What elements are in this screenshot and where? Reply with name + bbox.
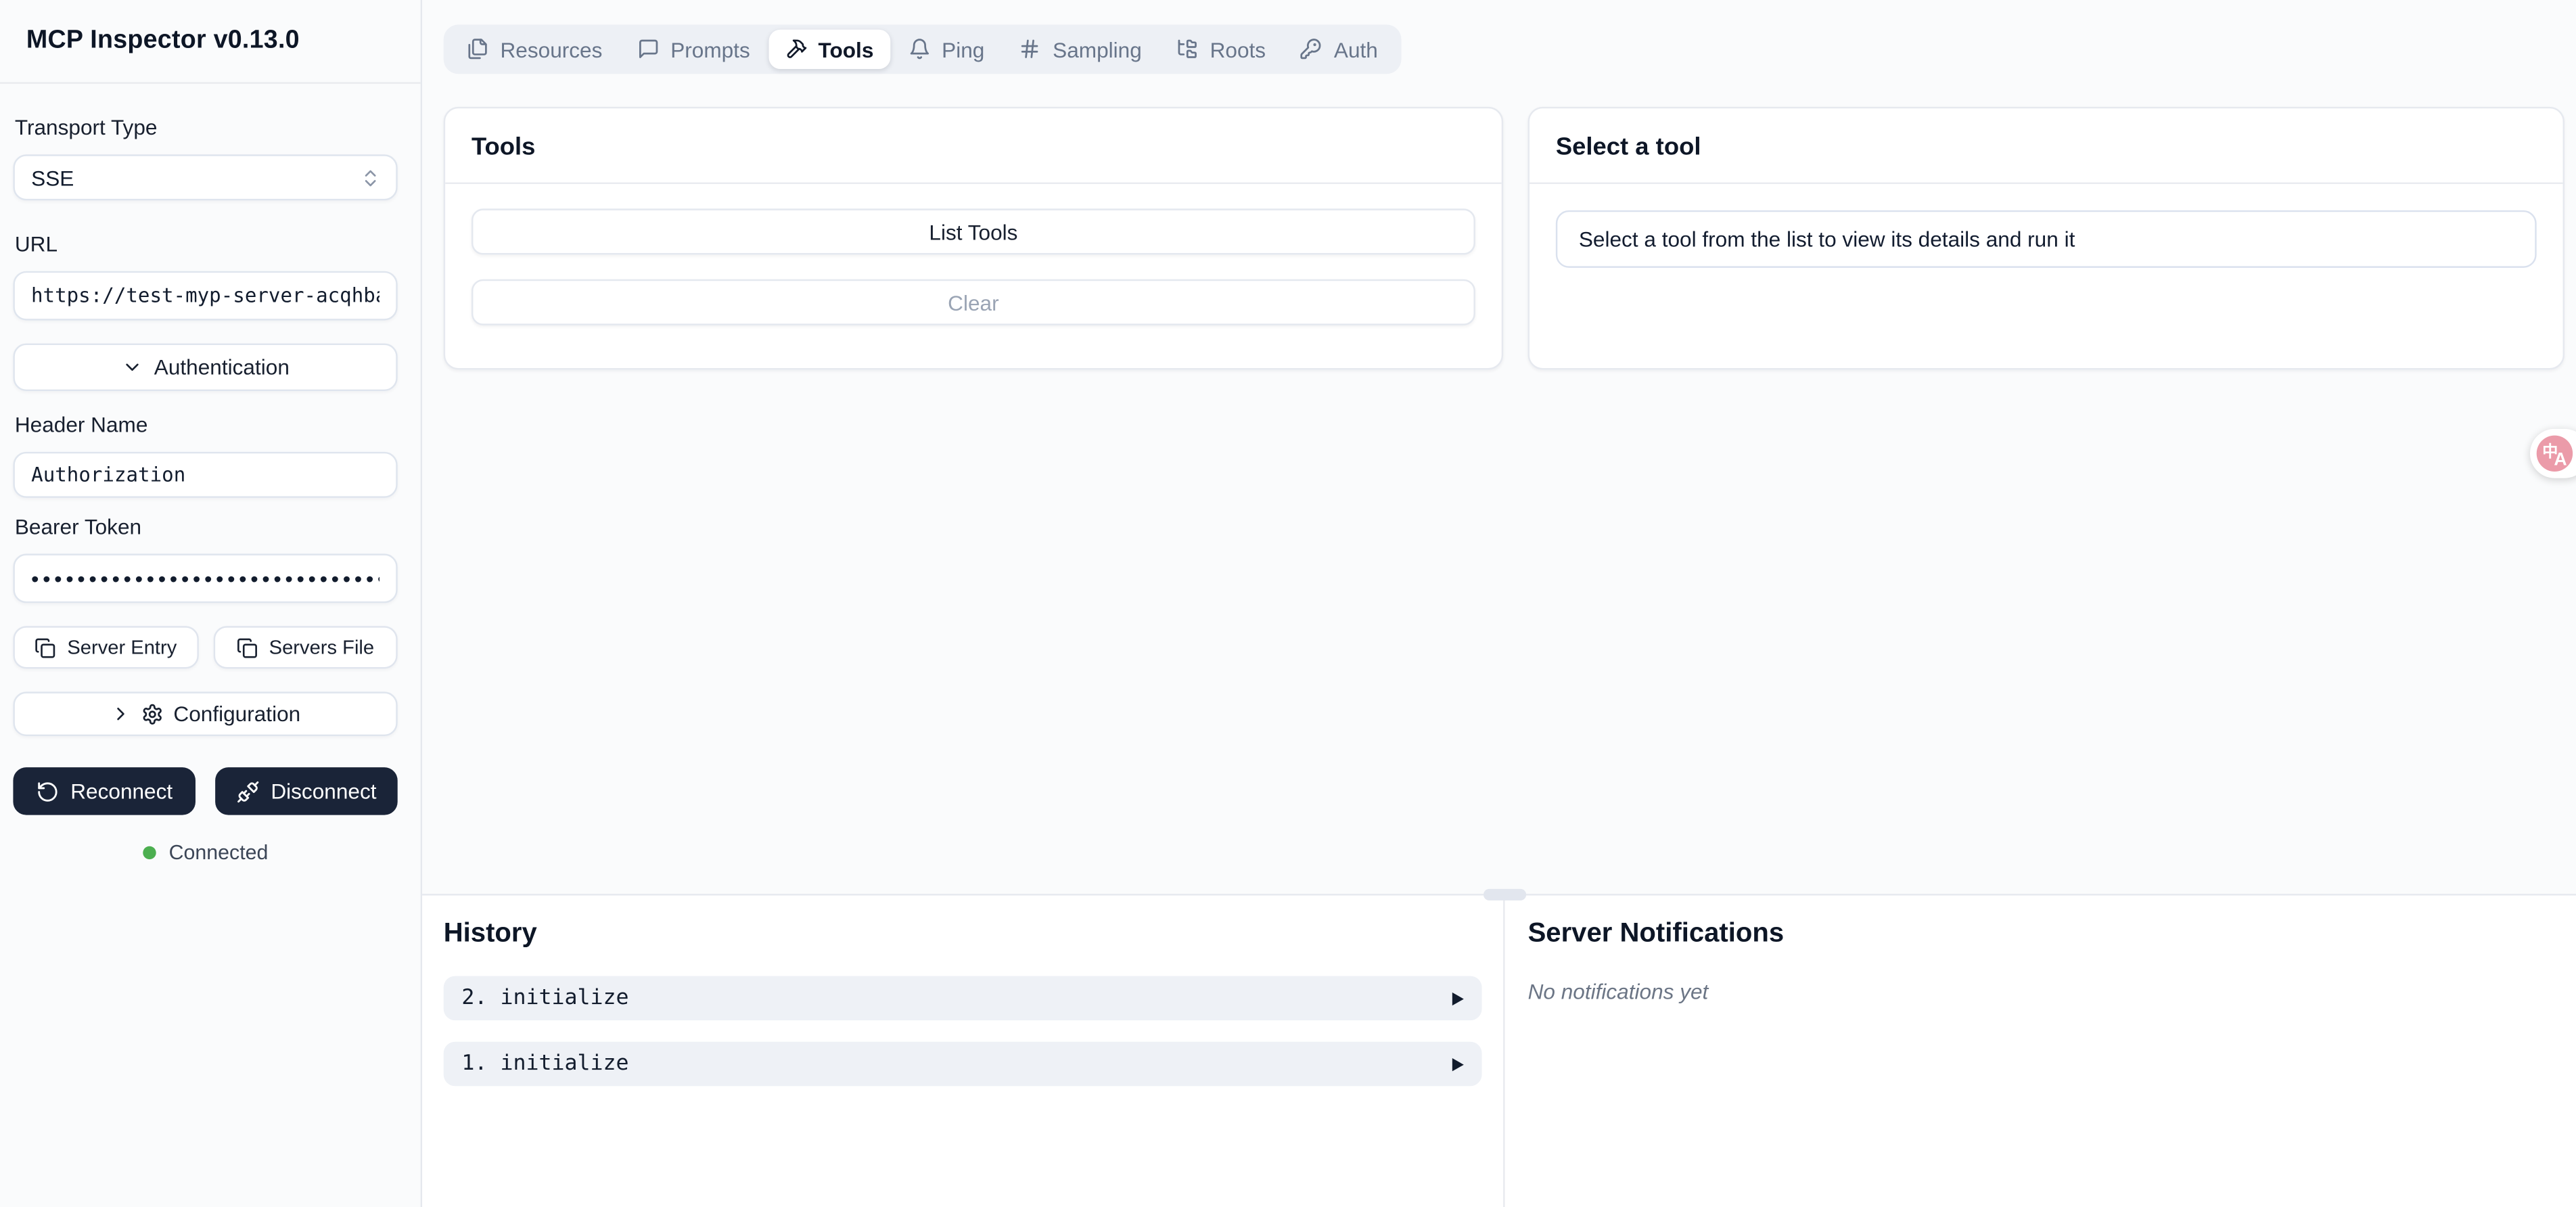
transport-type-label: Transport Type xyxy=(15,115,398,139)
tab-label: Resources xyxy=(500,37,602,62)
sidebar: MCP Inspector v0.13.0 Transport Type SSE… xyxy=(0,0,422,1207)
connection-status: Connected xyxy=(13,841,397,864)
tools-panel: Tools List Tools Clear xyxy=(444,107,1503,370)
sidebar-body: Transport Type SSE URL Authentication He… xyxy=(0,84,421,865)
hammer-icon xyxy=(785,38,807,60)
tool-detail-empty-message: Select a tool from the list to view its … xyxy=(1556,210,2537,268)
configuration-label: Configuration xyxy=(173,702,300,726)
header-name-input[interactable] xyxy=(13,452,397,498)
list-tools-button[interactable]: List Tools xyxy=(472,208,1475,254)
configuration-toggle[interactable]: Configuration xyxy=(13,691,397,736)
tab-label: Ping xyxy=(942,37,984,62)
folder-tree-icon xyxy=(1176,38,1199,60)
tab-resources[interactable]: Resources xyxy=(450,30,618,69)
tool-detail-title: Select a tool xyxy=(1530,108,2563,184)
url-input[interactable] xyxy=(13,271,397,321)
chevron-right-icon xyxy=(110,703,132,725)
notifications-empty-message: No notifications yet xyxy=(1528,979,2576,1003)
main-area: Resources Prompts Tools Ping Sampling xyxy=(422,0,2576,1207)
tab-ping[interactable]: Ping xyxy=(892,30,1001,69)
tab-auth[interactable]: Auth xyxy=(1284,30,1394,69)
tools-panel-body: List Tools Clear xyxy=(445,184,1502,350)
gear-icon xyxy=(141,703,164,725)
history-item-label: 1. initialize xyxy=(461,1051,628,1076)
copy-buttons-row: Server Entry Servers File xyxy=(13,626,397,668)
files-icon xyxy=(467,38,489,60)
tab-label: Prompts xyxy=(670,37,750,62)
tab-label: Auth xyxy=(1334,37,1378,62)
hash-icon xyxy=(1019,38,1041,60)
server-notifications-title: Server Notifications xyxy=(1528,919,2576,950)
history-panel: History 2. initialize 1. initialize xyxy=(422,896,1504,1207)
unplug-icon xyxy=(236,779,259,802)
expand-arrow-icon xyxy=(1452,1057,1464,1070)
rotate-ccw-icon xyxy=(36,779,59,802)
tool-detail-panel: Select a tool Select a tool from the lis… xyxy=(1528,107,2564,370)
server-entry-button[interactable]: Server Entry xyxy=(13,626,198,668)
copy-icon xyxy=(236,637,258,658)
tab-label: Tools xyxy=(819,37,874,62)
reconnect-button[interactable]: Reconnect xyxy=(13,767,196,815)
status-label: Connected xyxy=(169,841,269,864)
authentication-toggle[interactable]: Authentication xyxy=(13,344,397,391)
sidebar-header: MCP Inspector v0.13.0 xyxy=(0,0,421,84)
history-item[interactable]: 2. initialize xyxy=(444,976,1482,1021)
bottom-pane: History 2. initialize 1. initialize Serv… xyxy=(422,896,2576,1207)
server-entry-label: Server Entry xyxy=(67,636,177,659)
bearer-token-label: Bearer Token xyxy=(15,514,398,539)
tab-bar: Resources Prompts Tools Ping Sampling xyxy=(444,24,1401,74)
connection-buttons-row: Reconnect Disconnect xyxy=(13,767,397,815)
tools-panel-title: Tools xyxy=(445,108,1502,184)
reconnect-label: Reconnect xyxy=(70,779,172,803)
app-title: MCP Inspector v0.13.0 xyxy=(26,26,300,56)
header-name-label: Header Name xyxy=(15,413,398,437)
clear-button[interactable]: Clear xyxy=(472,279,1475,325)
transport-type-value: SSE xyxy=(31,165,74,189)
app-root: MCP Inspector v0.13.0 Transport Type SSE… xyxy=(0,0,2576,1207)
history-item-label: 2. initialize xyxy=(461,986,628,1010)
bearer-token-input[interactable] xyxy=(13,553,397,603)
url-label: URL xyxy=(15,231,398,256)
chevron-down-icon xyxy=(121,357,143,378)
translate-extension-button[interactable]: 中 A xyxy=(2530,429,2576,478)
tab-tools[interactable]: Tools xyxy=(768,30,890,69)
translate-icon: 中 A xyxy=(2537,436,2573,472)
servers-file-label: Servers File xyxy=(269,636,374,659)
status-dot xyxy=(143,846,156,859)
horizontal-split-divider xyxy=(422,894,2576,895)
copy-icon xyxy=(34,637,56,658)
split-drag-handle[interactable] xyxy=(1484,889,1526,901)
translate-latin-glyph: A xyxy=(2554,450,2567,470)
expand-arrow-icon xyxy=(1452,992,1464,1005)
authentication-toggle-label: Authentication xyxy=(154,355,290,380)
disconnect-label: Disconnect xyxy=(271,779,376,803)
server-notifications-panel: Server Notifications No notifications ye… xyxy=(1505,896,2576,1207)
tab-sampling[interactable]: Sampling xyxy=(1003,30,1158,69)
message-square-icon xyxy=(637,38,659,60)
tab-label: Roots xyxy=(1210,37,1266,62)
transport-type-select[interactable]: SSE xyxy=(13,154,397,200)
key-icon xyxy=(1300,38,1322,60)
disconnect-button[interactable]: Disconnect xyxy=(215,767,398,815)
tab-roots[interactable]: Roots xyxy=(1160,30,1283,69)
chevrons-up-down-icon xyxy=(360,166,382,188)
history-list: 2. initialize 1. initialize xyxy=(444,976,1482,1087)
history-title: History xyxy=(444,919,1482,950)
history-item[interactable]: 1. initialize xyxy=(444,1042,1482,1087)
top-pane: Resources Prompts Tools Ping Sampling xyxy=(422,0,2576,894)
cards-row: Tools List Tools Clear Select a tool Sel… xyxy=(422,74,2576,369)
servers-file-button[interactable]: Servers File xyxy=(212,626,397,668)
tab-prompts[interactable]: Prompts xyxy=(620,30,766,69)
tab-label: Sampling xyxy=(1053,37,1142,62)
bell-icon xyxy=(908,38,930,60)
